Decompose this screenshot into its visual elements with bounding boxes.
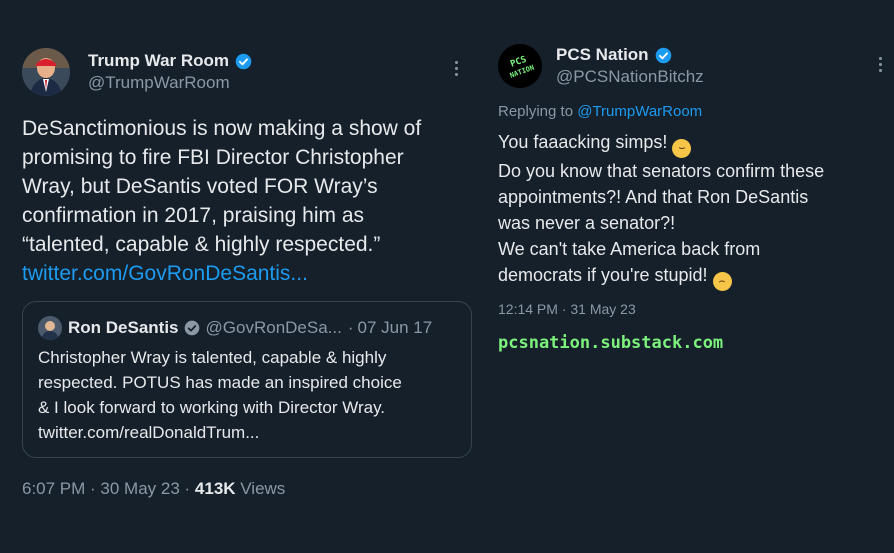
verified-badge-icon	[184, 320, 199, 336]
persevering-face-icon: ⌣	[672, 139, 692, 158]
author-handle[interactable]: @TrumpWarRoom	[88, 73, 252, 93]
quoted-avatar[interactable]	[38, 316, 62, 340]
tweet-header: PCS NATION PCS Nation @PCSNationBitchz	[498, 44, 890, 88]
tweet-header: Trump War Room @TrumpWarRoom	[22, 48, 472, 96]
text-segment: You faaacking simps!	[498, 132, 668, 152]
verified-badge-icon	[235, 53, 252, 69]
text-line: promising to fire FBI Director Christoph…	[22, 146, 404, 169]
text-line: confirmation in 2017, praising him as	[22, 204, 365, 227]
text-line: democrats if you're stupid! ⌢	[498, 262, 890, 291]
avatar[interactable]: PCS NATION	[498, 44, 542, 88]
tweet-meta: 6:07 PM · 30 May 23 · 413K Views	[22, 479, 472, 499]
text-segment: democrats if you're stupid!	[498, 265, 708, 285]
text-line: We can't take America back from	[498, 239, 761, 259]
text-line: respected. POTUS has made an inspired ch…	[38, 373, 402, 392]
view-count: 413K	[194, 479, 236, 498]
views-label: Views	[235, 479, 286, 498]
text-line: appointments?! And that Ron DeSantis	[498, 187, 809, 207]
substack-link[interactable]: pcsnation.substack.com	[498, 333, 890, 353]
text-line: Do you know that senators confirm these	[498, 161, 825, 181]
text-line: You faaacking simps! ⌣	[498, 129, 890, 158]
tweet-text: DeSanctimonious is now making a show of …	[22, 114, 472, 288]
tweet-text: You faaacking simps! ⌣ Do you know that s…	[498, 129, 890, 291]
quoted-tweet[interactable]: Ron DeSantis @GovRonDeSa... · 07 Jun 17 …	[22, 301, 472, 458]
worried-face-icon: ⌢	[712, 272, 732, 291]
timestamp[interactable]: 6:07 PM · 30 May 23 ·	[22, 479, 195, 498]
author-name[interactable]: Trump War Room	[88, 51, 229, 71]
quoted-author-handle[interactable]: @GovRonDeSa...	[206, 318, 342, 338]
replying-to: Replying to @TrumpWarRoom	[498, 103, 890, 120]
separator: ·	[347, 318, 354, 337]
reply-to-link[interactable]: @TrumpWarRoom	[577, 103, 702, 120]
tweet-trumpwarroom[interactable]: Trump War Room @TrumpWarRoom DeSanctimon…	[22, 48, 472, 499]
reply-prefix: Replying to	[498, 103, 578, 120]
text-line: & I look forward to working with Directo…	[38, 398, 386, 417]
text-line: was never a senator?!	[498, 213, 676, 233]
more-options-icon[interactable]	[446, 56, 466, 80]
text-line: DeSanctimonious is now making a show of	[22, 117, 422, 140]
author-name[interactable]: PCS Nation	[556, 45, 649, 65]
text-line: Wray, but DeSantis voted FOR Wray’s	[22, 175, 378, 198]
verified-badge-icon	[655, 47, 671, 63]
text-line: “talented, capable & highly respected.”	[22, 233, 381, 256]
text-line: twitter.com/realDonaldTrum...	[38, 423, 260, 442]
more-options-icon[interactable]	[870, 52, 890, 76]
quoted-author-name[interactable]: Ron DeSantis	[68, 318, 179, 338]
author-handle[interactable]: @PCSNationBitchz	[556, 67, 704, 87]
quoted-date: 07 Jun 17	[357, 318, 433, 337]
avatar[interactable]	[22, 48, 70, 96]
quoted-text: Christopher Wray is talented, capable & …	[38, 345, 456, 445]
tweet-pcsnation[interactable]: PCS NATION PCS Nation @PCSNationBitchz R…	[498, 44, 890, 353]
tweet-link[interactable]: twitter.com/GovRonDeSantis...	[22, 259, 472, 288]
timestamp[interactable]: 12:14 PM · 31 May 23	[498, 301, 890, 317]
text-line: Christopher Wray is talented, capable & …	[38, 348, 387, 367]
